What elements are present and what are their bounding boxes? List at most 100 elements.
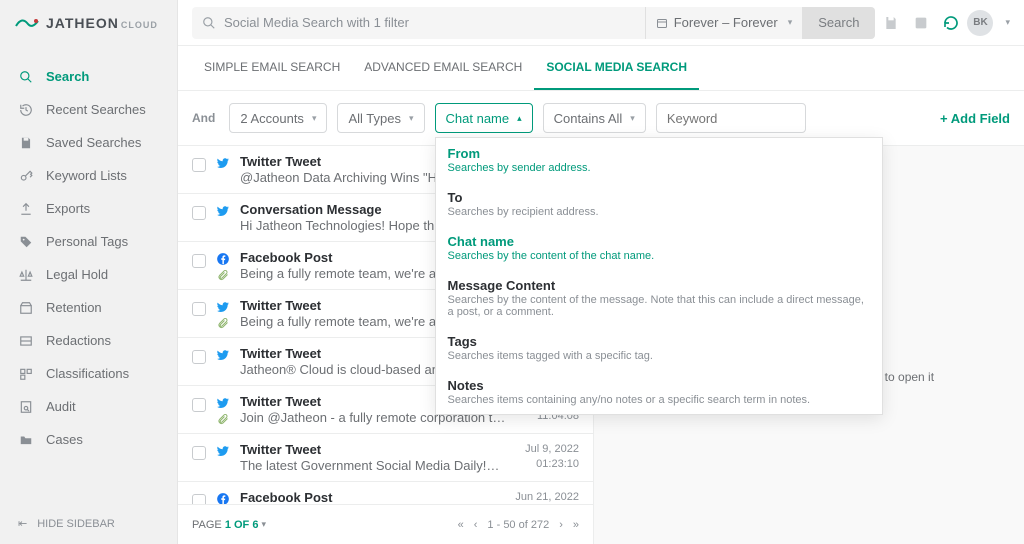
row-snippet: The latest Government Social Media Daily… <box>240 458 515 473</box>
sidebar-item-retention[interactable]: Retention <box>0 291 177 324</box>
dropdown-option-notes[interactable]: NotesSearches items containing any/no no… <box>436 370 882 414</box>
tab-simple-email-search[interactable]: SIMPLE EMAIL SEARCH <box>192 46 352 90</box>
source-icons <box>216 204 230 218</box>
sidebar-item-search[interactable]: Search <box>0 60 177 93</box>
nav-label: Retention <box>46 300 102 315</box>
twitter-icon <box>216 444 230 458</box>
keyword-input-wrapper <box>656 103 806 133</box>
chevron-down-icon[interactable]: ▾ <box>1005 17 1010 28</box>
result-row[interactable]: Facebook Post "Consistent, strong and pr… <box>178 482 593 504</box>
search-icon <box>202 16 216 30</box>
accounts-filter[interactable]: 2 Accounts▾ <box>229 103 327 133</box>
main: Social Media Search with 1 filter Foreve… <box>178 0 1024 544</box>
twitter-icon <box>216 156 230 170</box>
sidebar-item-personal-tags[interactable]: Personal Tags <box>0 225 177 258</box>
tab-social-media-search[interactable]: SOCIAL MEDIA SEARCH <box>534 46 699 90</box>
result-row[interactable]: Twitter Tweet The latest Government Soci… <box>178 434 593 482</box>
page-first-icon[interactable]: « <box>458 519 464 531</box>
keyword-input[interactable] <box>667 111 795 126</box>
nav-label: Legal Hold <box>46 267 108 282</box>
tab-advanced-email-search[interactable]: ADVANCED EMAIL SEARCH <box>352 46 534 90</box>
row-checkbox[interactable] <box>192 350 206 364</box>
row-checkbox[interactable] <box>192 446 206 460</box>
search-input[interactable]: Social Media Search with 1 filter <box>192 15 645 30</box>
row-date: Jun 21, 202202:53:57 <box>515 490 579 504</box>
row-checkbox[interactable] <box>192 206 206 220</box>
refresh-icon[interactable] <box>943 15 959 31</box>
source-icons <box>216 396 230 425</box>
page-next-icon[interactable]: › <box>559 519 563 531</box>
key-icon <box>18 169 34 183</box>
brand-name: JATHEON <box>46 15 119 31</box>
hide-sidebar-button[interactable]: ⇤ HIDE SIDEBAR <box>0 503 177 544</box>
search-button[interactable]: Search <box>802 7 875 39</box>
export-icon[interactable] <box>913 15 929 31</box>
nav-label: Keyword Lists <box>46 168 127 183</box>
nav-label: Exports <box>46 201 90 216</box>
facebook-icon <box>216 492 230 504</box>
page-prev-icon[interactable]: ‹ <box>474 519 478 531</box>
row-checkbox[interactable] <box>192 302 206 316</box>
logo-mark-icon <box>14 14 40 32</box>
logo: JATHEONCLOUD <box>0 0 177 46</box>
sidebar-item-saved-searches[interactable]: Saved Searches <box>0 126 177 159</box>
twitter-icon <box>216 348 230 362</box>
redact-icon <box>18 334 34 348</box>
row-checkbox[interactable] <box>192 158 206 172</box>
toolbar-icons <box>883 15 959 31</box>
dropdown-option-chat-name[interactable]: Chat nameSearches by the content of the … <box>436 226 882 270</box>
sidebar-item-exports[interactable]: Exports <box>0 192 177 225</box>
sidebar-item-keyword-lists[interactable]: Keyword Lists <box>0 159 177 192</box>
dropdown-option-from[interactable]: FromSearches by sender address. <box>436 138 882 182</box>
twitter-icon <box>216 204 230 218</box>
nav-label: Personal Tags <box>46 234 128 249</box>
nav-label: Search <box>46 69 89 84</box>
row-kind: Facebook Post <box>240 250 332 265</box>
box-icon <box>18 301 34 315</box>
class-icon <box>18 367 34 381</box>
nav-label: Saved Searches <box>46 135 141 150</box>
sidebar-item-recent-searches[interactable]: Recent Searches <box>0 93 177 126</box>
search-icon <box>18 70 34 84</box>
attachment-icon <box>217 269 229 281</box>
source-icons <box>216 156 230 170</box>
nav-label: Cases <box>46 432 83 447</box>
row-kind: Twitter Tweet <box>240 442 321 457</box>
dropdown-option-to[interactable]: ToSearches by recipient address. <box>436 182 882 226</box>
match-filter[interactable]: Contains All▾ <box>543 103 646 133</box>
save-icon[interactable] <box>883 15 899 31</box>
twitter-icon <box>216 396 230 410</box>
page-last-icon[interactable]: » <box>573 519 579 531</box>
source-icons <box>216 300 230 329</box>
row-checkbox[interactable] <box>192 398 206 412</box>
date-range-selector[interactable]: Forever – Forever ▾ <box>645 7 803 39</box>
dropdown-option-message-content[interactable]: Message ContentSearches by the content o… <box>436 270 882 326</box>
sidebar-item-redactions[interactable]: Redactions <box>0 324 177 357</box>
row-kind: Twitter Tweet <box>240 298 321 313</box>
types-filter[interactable]: All Types▾ <box>337 103 424 133</box>
page-range: 1 - 50 of 272 <box>487 519 549 531</box>
add-field-button[interactable]: + Add Field <box>940 111 1010 126</box>
dropdown-option-tags[interactable]: TagsSearches items tagged with a specifi… <box>436 326 882 370</box>
sidebar-item-classifications[interactable]: Classifications <box>0 357 177 390</box>
upload-icon <box>18 202 34 216</box>
attachment-icon <box>217 413 229 425</box>
sidebar-item-legal-hold[interactable]: Legal Hold <box>0 258 177 291</box>
attachment-icon <box>217 317 229 329</box>
user-avatar[interactable]: BK <box>967 10 993 36</box>
source-icons <box>216 348 230 362</box>
source-icons <box>216 252 230 281</box>
row-kind: Facebook Post <box>240 490 332 504</box>
field-filter[interactable]: Chat name▴ <box>435 103 533 133</box>
nav: Search Recent Searches Saved Searches Keywo… <box>0 46 177 503</box>
nav-label: Redactions <box>46 333 111 348</box>
search-placeholder: Social Media Search with 1 filter <box>224 15 409 30</box>
sidebar-item-audit[interactable]: Audit <box>0 390 177 423</box>
filter-row: And 2 Accounts▾ All Types▾ Chat name▴ Fr… <box>178 91 1024 146</box>
chevron-down-icon[interactable]: ▾ <box>262 519 267 530</box>
row-checkbox[interactable] <box>192 494 206 504</box>
nav-label: Classifications <box>46 366 129 381</box>
collapse-icon: ⇤ <box>18 517 27 530</box>
sidebar-item-cases[interactable]: Cases <box>0 423 177 456</box>
row-checkbox[interactable] <box>192 254 206 268</box>
